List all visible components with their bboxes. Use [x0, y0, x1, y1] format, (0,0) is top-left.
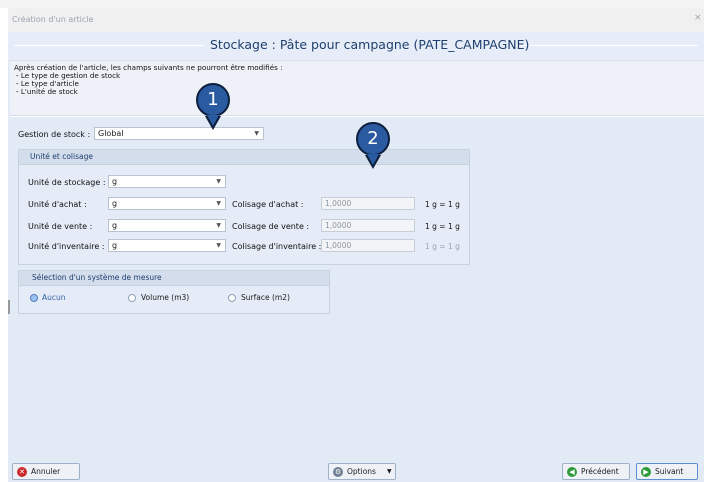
- annotation-marker-1: 1: [196, 83, 230, 117]
- sale-unit-select[interactable]: g ▼: [108, 219, 226, 232]
- stock-management-label: Gestion de stock :: [18, 130, 91, 139]
- marker-2-pointer-fill: [367, 154, 379, 165]
- inventory-unit-label: Unité d'inventaire :: [28, 242, 105, 251]
- arrow-left-icon: ◀: [567, 467, 577, 477]
- stock-management-select[interactable]: Global ▼: [94, 127, 264, 140]
- sale-ratio: 1 g = 1 g: [425, 222, 460, 231]
- radio-volume[interactable]: [128, 294, 136, 302]
- stock-management-value: Global: [98, 129, 124, 138]
- cancel-button[interactable]: ✕ Annuler: [12, 463, 80, 480]
- cancel-x-icon: ✕: [17, 467, 27, 477]
- chevron-down-icon: ▼: [216, 242, 221, 249]
- previous-button[interactable]: ◀ Précédent: [562, 463, 630, 480]
- purchase-unit-select[interactable]: g ▼: [108, 197, 226, 210]
- purchase-unit-label: Unité d'achat :: [28, 200, 87, 209]
- header-divider-right: [516, 45, 698, 46]
- purchase-pack-field[interactable]: 1,0000: [321, 197, 415, 210]
- units-group-title: Unité et colisage: [30, 152, 93, 161]
- chevron-down-icon: ▼: [216, 178, 221, 185]
- annotation-marker-2: 2: [356, 122, 390, 156]
- radio-volume-label[interactable]: Volume (m3): [141, 293, 189, 302]
- inventory-unit-select[interactable]: g ▼: [108, 239, 226, 252]
- options-button[interactable]: ⚙ Options ▼: [328, 463, 396, 480]
- previous-button-label: Précédent: [581, 467, 619, 476]
- sale-unit-label: Unité de vente :: [28, 222, 93, 231]
- sale-pack-field[interactable]: 1,0000: [321, 219, 415, 232]
- inventory-pack-field[interactable]: 1,0000: [321, 239, 415, 252]
- measure-group-title: Sélection d'un système de mesure: [32, 273, 162, 282]
- chevron-down-icon: ▼: [254, 130, 259, 137]
- options-button-label: Options: [347, 467, 376, 476]
- divider: [10, 116, 704, 117]
- chevron-down-icon: ▼: [216, 200, 221, 207]
- header-divider-left: [14, 45, 204, 46]
- purchase-unit-value: g: [112, 199, 118, 208]
- inventory-unit-value: g: [112, 241, 118, 250]
- top-strip: [0, 0, 704, 8]
- marker-1-pointer-fill: [207, 115, 219, 126]
- radio-surface-label[interactable]: Surface (m2): [241, 293, 290, 302]
- next-button-label: Suivant: [655, 467, 684, 476]
- chevron-down-icon: ▼: [387, 468, 392, 475]
- storage-unit-label: Unité de stockage :: [28, 178, 106, 187]
- purchase-pack-label: Colisage d'achat :: [232, 200, 304, 209]
- window-title: Création d'un article: [12, 15, 94, 24]
- chevron-down-icon: ▼: [216, 222, 221, 229]
- radio-aucun[interactable]: [30, 294, 38, 302]
- page-title: Stockage : Pâte pour campagne (PATE_CAMP…: [210, 37, 530, 52]
- radio-surface[interactable]: [228, 294, 236, 302]
- next-button[interactable]: ▶ Suivant: [636, 463, 698, 480]
- sale-pack-label: Colisage de vente :: [232, 222, 310, 231]
- window-titlebar: [8, 8, 704, 33]
- inventory-ratio: 1 g = 1 g: [425, 242, 460, 251]
- sale-unit-value: g: [112, 221, 118, 230]
- cancel-button-label: Annuler: [31, 467, 61, 476]
- options-gear-icon: ⚙: [333, 467, 343, 477]
- close-icon[interactable]: ×: [694, 13, 702, 23]
- radio-aucun-label[interactable]: Aucun: [42, 293, 66, 302]
- storage-unit-value: g: [112, 177, 118, 186]
- storage-unit-select[interactable]: g ▼: [108, 175, 226, 188]
- inventory-pack-label: Colisage d'inventaire :: [232, 242, 322, 251]
- info-item: - L'unité de stock: [16, 87, 78, 96]
- purchase-ratio: 1 g = 1 g: [425, 200, 460, 209]
- left-edge-marker: [8, 300, 10, 314]
- arrow-right-icon: ▶: [641, 467, 651, 477]
